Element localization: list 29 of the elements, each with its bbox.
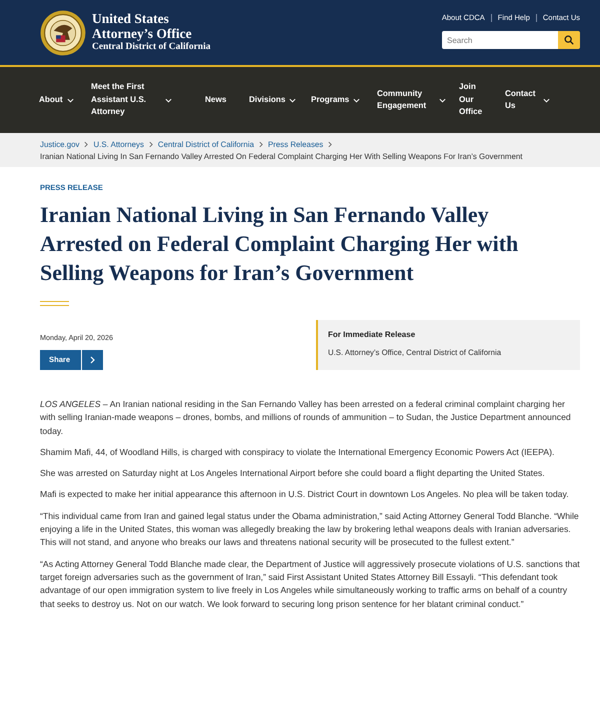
chevron-right-icon bbox=[328, 140, 332, 148]
seal-icon bbox=[40, 10, 86, 56]
chevron-right-icon bbox=[84, 140, 88, 148]
nav-menu-item[interactable]: About bbox=[38, 94, 90, 106]
search-field[interactable]: Search bbox=[442, 31, 558, 49]
release-heading: For Immediate Release bbox=[328, 330, 416, 339]
nav-menu-item[interactable]: Divisions bbox=[248, 94, 310, 106]
article-paragraph: “As Acting Attorney General Todd Blanche made clear, the Department of Justice will aggressively prosecute violations of U.S. sanctions that target foreign adversaries such as the government of Iran,” said First Assistant United States Attorney Bill Essayli. “This defendant took advantage of our open immigration system to live freely in Los Angeles while simultaneously working to traffic arms on behalf of a country that seeks to destroy us. Not on our watch. We look forward to securing long prison sentence for her blatant criminal conduct.” bbox=[40, 558, 580, 611]
chevron-right-icon bbox=[258, 140, 263, 148]
nav-menu-item[interactable]: Join Our Office bbox=[458, 81, 504, 119]
search-icon bbox=[564, 35, 574, 45]
article-paragraph: Shamim Mafi, 44, of Woodland Hills, is charged with conspiracy to violate the International Emergency Economic Powers Act (IEEPA). bbox=[40, 446, 556, 459]
search-button[interactable] bbox=[558, 31, 580, 49]
site-title[interactable]: Attorney’s Office bbox=[92, 26, 210, 41]
site-subtitle[interactable]: Central District of California bbox=[92, 41, 210, 54]
nav-menu-item[interactable]: Contact Us bbox=[504, 88, 555, 112]
article-paragraph: LOS ANGELES – An Iranian national residing in the San Fernando Valley has been arrested on a federal criminal complaint charging her with selling Iranian-made weapons – drones, bombs, and millions of rounds of ammunition – to Sudan, the Justice Department announced today. bbox=[40, 398, 572, 438]
nav-menu-item[interactable]: News bbox=[204, 94, 248, 106]
nav-menu-item[interactable]: Programs bbox=[310, 94, 376, 106]
chevron-right-icon bbox=[148, 140, 153, 148]
nav-menu-item[interactable]: Meet the First Assistant U.S. Attorney bbox=[90, 81, 204, 119]
article-paragraph: “This individual came from Iran and gained legal status under the Obama administration,” said Acting Attorney General Todd Blanche. “While enjoying a life in the United States, this woman was allegedly breaking the law by brokering lethal weapons deals with Iranian adversaries. This will not stand, and anyone who breaks our laws and threatens national security will be prosecuted to the fullest extent.” bbox=[40, 510, 580, 550]
site-title[interactable]: United States bbox=[92, 11, 210, 26]
title-underline bbox=[40, 301, 69, 306]
nav-menu-item[interactable]: Community Engagement bbox=[376, 88, 458, 112]
article-paragraph: Mafi is expected to make her initial appearance this afternoon in U.S. District Court in downtown Los Angeles. No plea will be taken today. bbox=[40, 488, 570, 502]
article-title: Iranian National Living in San Fernando Valley Arrested on Federal Complaint Charging Her with Selling Weapons for Iran’s Government bbox=[40, 201, 520, 287]
chevron-right-icon bbox=[90, 356, 96, 364]
article-paragraph: She was arrested on Saturday night at Los Angeles International Airport before she could board a flight departing the United States. bbox=[40, 467, 546, 480]
